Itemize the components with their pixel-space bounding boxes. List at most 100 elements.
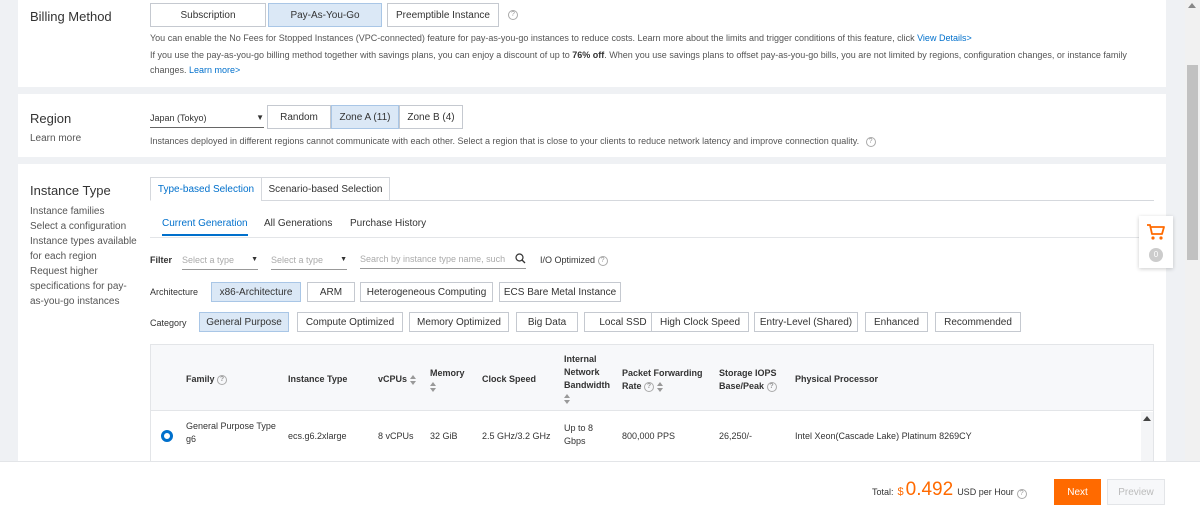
zone-a-button[interactable]: Zone A (11) bbox=[331, 105, 399, 129]
cell-memory: 32 GiB bbox=[430, 431, 458, 441]
header-memory-text: Memory bbox=[430, 368, 465, 378]
cell-family: General Purpose Type g6 bbox=[186, 421, 276, 444]
help-icon[interactable]: ? bbox=[217, 374, 228, 385]
table-row[interactable]: General Purpose Type g6 ecs.g6.2xlarge 8… bbox=[151, 412, 1141, 462]
header-family: Family ? bbox=[186, 373, 228, 386]
instance-panel: Instance Type Instance families Select a… bbox=[18, 164, 1166, 464]
family-select[interactable]: Select a type ▼ bbox=[182, 250, 258, 270]
region-select[interactable]: Japan (Tokyo) ▼ bbox=[150, 108, 264, 128]
cell-iops: 26,250/- bbox=[719, 431, 753, 441]
sort-icon[interactable] bbox=[657, 381, 664, 392]
table-scrollbar[interactable] bbox=[1141, 412, 1153, 464]
header-iops[interactable]: Storage IOPS Base/Peak ? bbox=[719, 367, 785, 393]
header-vcpus[interactable]: vCPUs bbox=[378, 373, 417, 386]
page-scrollbar[interactable] bbox=[1185, 0, 1200, 461]
instance-title: Instance Type bbox=[30, 183, 111, 198]
cell-pps: 800,000 PPS bbox=[622, 431, 676, 441]
subtab-purchase-history[interactable]: Purchase History bbox=[350, 218, 426, 236]
cart-widget[interactable]: 0 bbox=[1139, 216, 1173, 268]
zone-b-button[interactable]: Zone B (4) bbox=[399, 105, 463, 129]
type-select[interactable]: Select a type ▼ bbox=[271, 250, 347, 270]
region-panel: Region Learn more Japan (Tokyo) ▼ Random… bbox=[18, 94, 1166, 157]
filter-label: Filter bbox=[150, 255, 173, 265]
category-recommended[interactable]: Recommended bbox=[935, 312, 1021, 332]
caret-down-icon: ▼ bbox=[251, 256, 258, 263]
type-select-placeholder: Select a type bbox=[271, 254, 324, 265]
category-label: Category bbox=[150, 318, 187, 328]
search-input[interactable]: Search by instance type name, such as bbox=[360, 249, 526, 269]
help-icon[interactable]: ? bbox=[508, 10, 518, 20]
tab-scenario-based[interactable]: Scenario-based Selection bbox=[261, 177, 390, 201]
category-general-purpose[interactable]: General Purpose bbox=[199, 312, 289, 332]
header-bandwidth[interactable]: Internal Network Bandwidth bbox=[564, 353, 614, 405]
category-enhanced[interactable]: Enhanced bbox=[865, 312, 928, 332]
billing-payg-button[interactable]: Pay-As-You-Go bbox=[268, 3, 382, 27]
discount-text: 76% off bbox=[572, 50, 605, 60]
instance-side-links[interactable]: Instance families Select a configuration… bbox=[30, 204, 138, 309]
total-price: Total: $ 0.492 USD per Hour ? bbox=[872, 479, 1027, 501]
header-instance-type: Instance Type bbox=[288, 374, 348, 384]
zone-random-button[interactable]: Random bbox=[267, 105, 331, 129]
next-button[interactable]: Next bbox=[1054, 479, 1101, 505]
help-icon[interactable]: ? bbox=[865, 136, 876, 147]
region-desc-text: Instances deployed in different regions … bbox=[150, 136, 860, 146]
region-learn-more[interactable]: Learn more bbox=[30, 131, 81, 146]
billing-preemptible-button[interactable]: Preemptible Instance bbox=[387, 3, 499, 27]
sort-icon[interactable] bbox=[410, 374, 417, 385]
billing-desc-1-text: You can enable the No Fees for Stopped I… bbox=[150, 33, 918, 43]
row-radio[interactable] bbox=[161, 430, 173, 442]
subtab-underline bbox=[150, 237, 1154, 238]
help-icon[interactable]: ? bbox=[1016, 489, 1027, 499]
category-high-clock-speed[interactable]: High Clock Speed bbox=[651, 312, 749, 332]
category-compute-optimized[interactable]: Compute Optimized bbox=[297, 312, 403, 332]
header-bandwidth-text: Internal Network Bandwidth bbox=[564, 354, 610, 390]
billing-desc-2: If you use the pay-as-you-go billing met… bbox=[150, 48, 1150, 78]
help-icon[interactable]: ? bbox=[644, 381, 655, 392]
sort-icon[interactable] bbox=[564, 393, 570, 404]
arch-arm-button[interactable]: ARM bbox=[307, 282, 355, 302]
arch-x86-button[interactable]: x86-Architecture bbox=[211, 282, 301, 302]
cell-bandwidth: Up to 8 Gbps bbox=[564, 423, 594, 446]
preview-button[interactable]: Preview bbox=[1107, 479, 1165, 505]
scroll-up-icon[interactable] bbox=[1143, 416, 1151, 421]
tab-underline bbox=[390, 200, 1154, 201]
architecture-label: Architecture bbox=[150, 287, 199, 297]
subtab-current-generation[interactable]: Current Generation bbox=[162, 218, 248, 236]
search-placeholder: Search by instance type name, such as bbox=[360, 253, 508, 264]
sort-icon[interactable] bbox=[430, 381, 436, 392]
footer-bar: Total: $ 0.492 USD per Hour ? Next Previ… bbox=[0, 461, 1200, 519]
arch-bare-metal-button[interactable]: ECS Bare Metal Instance bbox=[499, 282, 621, 302]
cell-vcpus: 8 vCPUs bbox=[378, 431, 414, 441]
billing-title: Billing Method bbox=[30, 9, 112, 24]
billing-desc-2-text: If you use the pay-as-you-go billing met… bbox=[150, 50, 573, 60]
price-unit: USD per Hour bbox=[957, 487, 1014, 497]
subtab-all-generations[interactable]: All Generations bbox=[264, 218, 332, 236]
search-icon[interactable] bbox=[515, 253, 526, 264]
cart-icon[interactable] bbox=[1146, 223, 1166, 241]
header-clock-speed: Clock Speed bbox=[482, 374, 537, 384]
scroll-up-icon[interactable] bbox=[1188, 3, 1196, 8]
caret-down-icon: ▼ bbox=[340, 256, 347, 263]
category-memory-optimized[interactable]: Memory Optimized bbox=[409, 312, 509, 332]
help-icon[interactable]: ? bbox=[766, 381, 777, 392]
region-desc: Instances deployed in different regions … bbox=[150, 134, 1050, 149]
category-big-data[interactable]: Big Data bbox=[516, 312, 578, 332]
header-processor: Physical Processor bbox=[795, 374, 879, 384]
billing-desc-1: You can enable the No Fees for Stopped I… bbox=[150, 31, 1150, 46]
view-details-link[interactable]: View Details> bbox=[917, 33, 972, 43]
cell-processor: Intel Xeon(Cascade Lake) Platinum 8269CY bbox=[795, 431, 972, 441]
tab-type-based[interactable]: Type-based Selection bbox=[150, 177, 262, 201]
help-icon[interactable]: ? bbox=[597, 255, 608, 266]
learn-more-link[interactable]: Learn more> bbox=[189, 65, 240, 75]
region-selected: Japan (Tokyo) bbox=[150, 112, 207, 123]
caret-down-icon: ▼ bbox=[256, 113, 264, 122]
cart-count: 0 bbox=[1149, 248, 1163, 262]
total-label: Total: bbox=[872, 487, 894, 497]
category-entry-level[interactable]: Entry-Level (Shared) bbox=[754, 312, 858, 332]
header-memory[interactable]: Memory bbox=[430, 367, 470, 393]
billing-subscription-button[interactable]: Subscription bbox=[150, 3, 266, 27]
scroll-thumb[interactable] bbox=[1187, 65, 1198, 260]
header-pps[interactable]: Packet Forwarding Rate ? bbox=[622, 367, 706, 393]
arch-heterogeneous-button[interactable]: Heterogeneous Computing bbox=[360, 282, 493, 302]
header-vcpus-text: vCPUs bbox=[378, 374, 408, 384]
